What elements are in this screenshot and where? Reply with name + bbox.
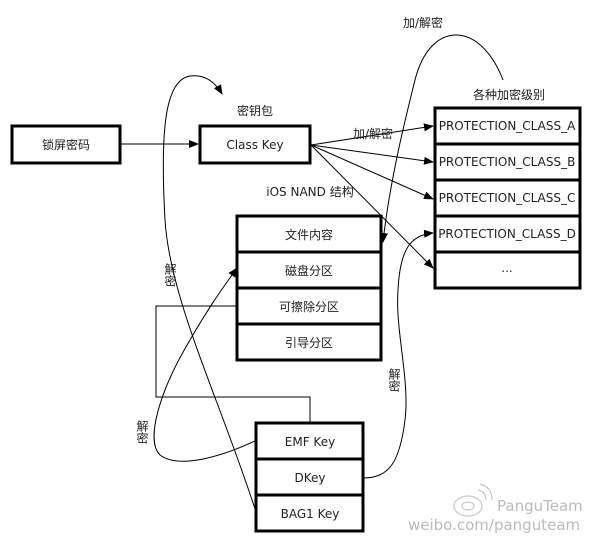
- label-keybag: 密钥包: [237, 103, 273, 118]
- class-key-node: Class Key: [198, 124, 312, 165]
- bag1-key: BAG1 Key: [281, 507, 340, 521]
- nand-boot-partition: 引导分区: [285, 336, 333, 350]
- nand-erasable-partition: 可擦除分区: [279, 299, 339, 314]
- diagram-canvas: 锁屏密码 Class Key PROTECTION_CLASS_A PROTEC…: [10, 15, 583, 534]
- protection-class-stack: PROTECTION_CLASS_A PROTECTION_CLASS_B PR…: [433, 106, 582, 290]
- dkey: DKey: [295, 471, 326, 485]
- label-decrypt-left-top: 解密: [163, 263, 177, 287]
- weibo-logo-icon: [453, 483, 493, 517]
- protection-class-a: PROTECTION_CLASS_A: [439, 119, 576, 133]
- label-encrypt-decrypt-mid: 加/解密: [353, 126, 393, 141]
- diagram: 锁屏密码 Class Key PROTECTION_CLASS_A PROTEC…: [0, 0, 591, 543]
- protection-class-d: PROTECTION_CLASS_D: [438, 227, 576, 241]
- nand-disk-partition: 磁盘分区: [285, 263, 333, 278]
- label-decrypt-right: 解密: [387, 368, 401, 392]
- label-nand-title: iOS NAND 结构: [266, 184, 353, 199]
- label-protection-levels: 各种加密级别: [473, 87, 545, 102]
- label-encrypt-decrypt-top: 加/解密: [403, 15, 443, 30]
- lock-passcode-label: 锁屏密码: [42, 137, 90, 152]
- keys-stack: EMF Key DKey BAG1 Key: [254, 421, 365, 533]
- watermark-url: weibo.com/panguteam: [408, 516, 580, 534]
- nand-stack: 文件内容 磁盘分区 可擦除分区 引导分区: [235, 214, 383, 362]
- class-key-label: Class Key: [226, 138, 283, 152]
- protection-class-c: PROTECTION_CLASS_C: [439, 191, 576, 205]
- protection-class-more: ...: [501, 261, 512, 275]
- lock-passcode-node: 锁屏密码: [10, 124, 122, 165]
- nand-file-content: 文件内容: [285, 227, 333, 242]
- watermark-brand: PanguTeam: [497, 497, 583, 515]
- watermark: PanguTeam weibo.com/panguteam: [408, 483, 583, 534]
- protection-class-b: PROTECTION_CLASS_B: [439, 155, 576, 169]
- emf-key: EMF Key: [285, 435, 335, 449]
- label-decrypt-left-bottom: 解密: [135, 420, 149, 444]
